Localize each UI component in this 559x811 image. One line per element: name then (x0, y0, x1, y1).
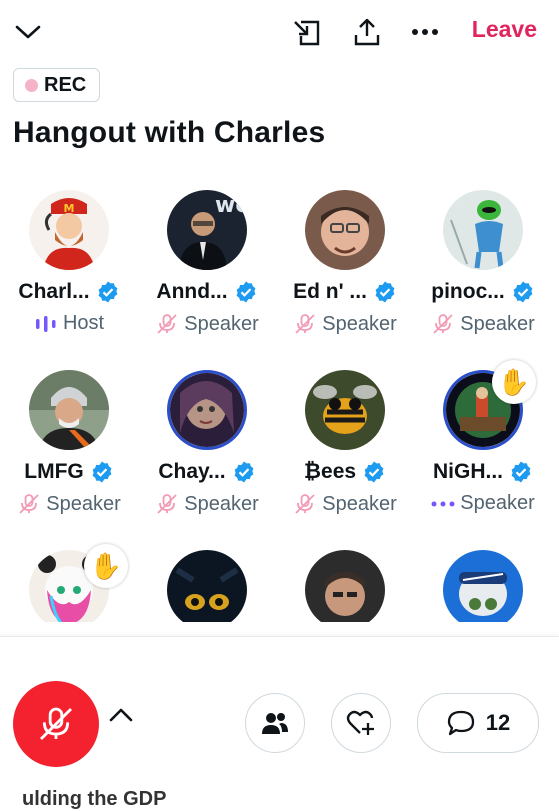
participant-role: Speaker (322, 492, 397, 515)
participant-role: Speaker (322, 312, 397, 335)
participant-card[interactable]: ₿ees Speaker (276, 370, 414, 516)
avatar: we (167, 190, 247, 270)
avatar: M (29, 190, 109, 270)
avatar (305, 190, 385, 270)
participant-card[interactable] (276, 550, 414, 622)
raised-hand-icon: ✋ (492, 360, 536, 404)
participant-card[interactable]: Ed n' ... Speaker (276, 190, 414, 336)
more-options-icon[interactable] (410, 20, 440, 44)
participant-card[interactable]: ✋ NiGH... Speaker (414, 360, 552, 515)
recording-dot-icon (25, 78, 38, 92)
verified-badge-icon (98, 281, 117, 303)
recording-badge: REC (13, 68, 101, 102)
participant-name: Ed n' ... (293, 280, 367, 303)
comments-count: 12 (485, 710, 511, 735)
participant-card[interactable]: we Annd... Speaker (138, 190, 276, 336)
space-title: Hangout with Charles (13, 116, 326, 149)
participant-card[interactable]: LMFG Speaker (0, 370, 138, 516)
dots-icon (431, 501, 455, 506)
avatar (443, 190, 523, 270)
verified-badge-icon (364, 461, 384, 483)
avatar (167, 370, 247, 450)
verified-badge-icon (375, 281, 395, 303)
participant-role: Speaker (184, 492, 259, 515)
mic-muted-icon (157, 314, 177, 334)
participant-card[interactable]: Chay... Speaker (138, 370, 276, 516)
participant-name: ₿ees (303, 460, 357, 483)
participant-card[interactable]: M Charl... Host (0, 190, 138, 335)
avatar (29, 370, 109, 450)
mic-muted-icon (157, 494, 177, 514)
avatar (305, 550, 385, 622)
mic-muted-icon (295, 314, 315, 334)
chevron-up-icon[interactable] (108, 707, 134, 728)
verified-badge-icon (92, 461, 112, 483)
raised-hand-icon: ✋ (84, 544, 128, 588)
top-bar: Leave (0, 0, 559, 64)
mic-muted-icon (295, 494, 315, 514)
mic-muted-icon (19, 494, 39, 514)
dock-window-icon[interactable] (292, 18, 322, 48)
participant-name: Annd... (156, 280, 228, 303)
audio-bars-icon (35, 315, 56, 332)
participant-role: Host (62, 312, 105, 334)
participant-name: pinoc... (431, 280, 505, 303)
participant-name: LMFG (24, 460, 84, 483)
participant-card[interactable]: ✋ (0, 544, 138, 622)
bottom-controls: 12 (0, 636, 559, 809)
verified-badge-icon (513, 281, 533, 303)
verified-badge-icon (234, 461, 254, 483)
avatar (443, 550, 523, 622)
mic-muted-icon (39, 707, 73, 741)
participant-card[interactable]: pinoc... Speaker (414, 190, 552, 336)
avatar (167, 550, 247, 622)
leave-button[interactable]: Leave (472, 16, 537, 43)
verified-badge-icon (511, 461, 531, 483)
heart-plus-icon (346, 710, 374, 735)
participants-grid: M Charl... Host we Annd... Speaker Ed n'… (0, 190, 559, 622)
share-icon[interactable] (352, 17, 382, 47)
participant-card[interactable] (138, 550, 276, 622)
mic-muted-icon (433, 314, 453, 334)
participant-name: NiGH... (432, 460, 503, 483)
participant-role: Speaker (46, 492, 121, 515)
avatar (305, 370, 385, 450)
participants-button[interactable] (245, 693, 305, 753)
comment-bubble-icon (447, 710, 474, 736)
verified-badge-icon (236, 281, 255, 303)
participant-card[interactable] (414, 550, 552, 622)
comments-button[interactable]: 12 (417, 693, 539, 753)
add-reaction-button[interactable] (331, 693, 391, 753)
svg-text:we: we (215, 193, 247, 218)
people-icon (262, 713, 288, 734)
participant-role: Speaker (460, 312, 535, 335)
participant-name: Chay... (158, 460, 226, 483)
mic-toggle-button[interactable] (13, 681, 99, 767)
participant-role: Speaker (184, 312, 259, 335)
participant-name: Charl... (18, 280, 90, 303)
participant-role: Speaker (460, 492, 535, 514)
collapse-chevron-down-icon[interactable] (14, 20, 42, 44)
rec-label: REC (44, 73, 87, 96)
